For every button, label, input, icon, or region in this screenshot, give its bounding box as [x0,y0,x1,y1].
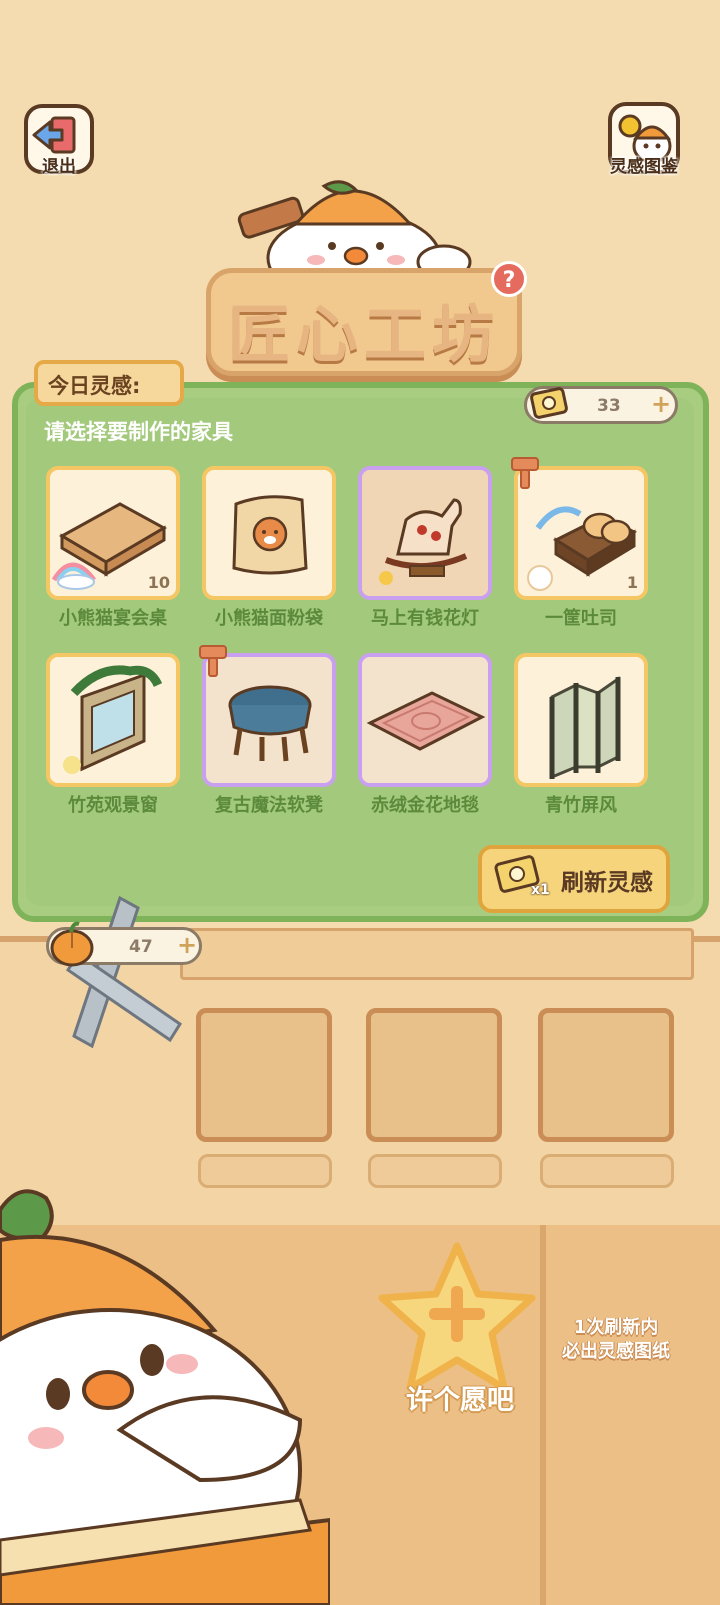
bamboo-view-window-image [63,665,163,774]
rocking-horse-lantern-image [362,470,488,596]
add-inspiration-button[interactable]: + [651,390,671,418]
inspiration-gallery-button[interactable]: 灵感图鉴 [602,102,686,186]
item-name: 竹苑观景窗 [68,795,158,816]
exit-button[interactable]: 退出 [24,104,94,186]
star-plus-icon [378,1242,536,1392]
refresh-label: 刷新灵感 [561,870,653,896]
item-card[interactable] [202,466,336,600]
furniture-item[interactable]: 1 一筐吐司 [514,466,674,630]
panel-subtitle: 请选择要制作的家具 [44,420,233,444]
item-name: 小熊猫面粉袋 [215,608,323,629]
inspiration-ticket-icon [530,387,568,419]
furniture-item[interactable]: 10 小熊猫宴会桌 [46,466,206,630]
wish-hint-line1: 1次刷新内 [573,1317,659,1338]
inspiration-counter: 33 + [524,386,678,424]
furniture-item[interactable]: 小熊猫面粉袋 [202,466,362,630]
crafting-slot[interactable] [196,1008,332,1142]
hammer-marker-icon [199,645,227,677]
furniture-item[interactable]: 竹苑观景窗 [46,653,206,817]
wish-hint-line2: 必出灵感图纸 [562,1341,670,1362]
red-velvet-carpet-image [362,657,488,783]
panda-flour-bag-image [232,495,308,575]
help-button[interactable]: ? [491,261,527,297]
pumpkin-icon [50,921,94,967]
item-name: 马上有钱花灯 [371,608,479,629]
item-name: 复古魔法软凳 [215,795,323,816]
hammer-marker-icon [511,457,539,489]
furniture-item[interactable]: 马上有钱花灯 [358,466,518,630]
item-name: 一筐吐司 [545,608,617,629]
item-name: 赤绒金花地毯 [371,795,479,816]
make-wish-label: 许个愿吧 [406,1385,514,1416]
item-card[interactable]: 10 [46,466,180,600]
item-card[interactable] [46,653,180,787]
bamboo-screen-image [549,676,621,780]
item-card[interactable] [514,653,648,787]
furniture-item[interactable]: 赤绒金花地毯 [358,653,518,817]
item-count: 10 [147,573,170,592]
add-pumpkin-button[interactable]: + [177,931,197,959]
inspiration-count: 33 [597,396,621,416]
item-card[interactable] [358,653,492,787]
page-title: 匠心工坊 [227,298,500,371]
wood-plank [180,928,694,980]
furniture-item[interactable]: 青竹屏风 [514,653,674,817]
ruler-tool-image [65,895,183,1049]
gallery-label: 灵感图鉴 [610,157,678,177]
item-name: 小熊猫宴会桌 [59,608,167,629]
refresh-cost: x1 [531,882,550,898]
pumpkin-count: 47 [129,937,153,957]
item-card[interactable] [358,466,492,600]
crafting-slot-label [540,1154,674,1188]
wish-hint: 1次刷新内 必出灵感图纸 [546,1316,686,1364]
crafting-slot[interactable] [538,1008,674,1142]
item-count: 1 [626,573,638,592]
mascot-chick-image [0,1189,330,1605]
exit-label: 退出 [42,157,76,177]
today-inspiration-tab: 今日灵感: [34,360,184,406]
pumpkin-counter: 47 + [46,921,202,967]
crafting-slot-label [368,1154,502,1188]
crafting-slot[interactable] [366,1008,502,1142]
item-name: 青竹屏风 [545,795,617,816]
